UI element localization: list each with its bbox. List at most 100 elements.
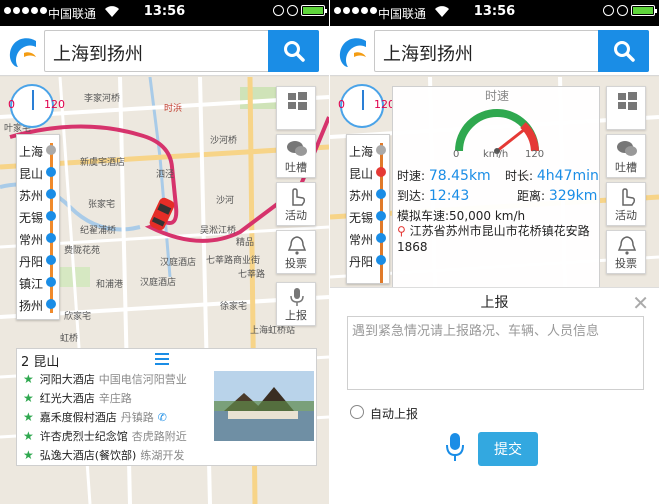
activity-button[interactable]: 活动 — [276, 182, 316, 226]
activity-button[interactable]: 活动 — [606, 182, 646, 226]
address-row: ⚲ 江苏省苏州市昆山市花桥镇花安路1868 — [397, 224, 590, 254]
hotel-photo[interactable] — [214, 371, 314, 441]
city-item[interactable]: 丹阳 — [17, 249, 61, 271]
map-label: 新虞宅酒店 — [80, 158, 126, 168]
city-item[interactable]: 上海 — [347, 139, 391, 161]
alarm-icon — [603, 5, 614, 16]
city-item[interactable]: 苏州 — [17, 183, 61, 205]
wechat-icon — [617, 141, 637, 156]
map-label: 沙河桥 — [210, 136, 238, 146]
city-item[interactable]: 常州 — [17, 227, 61, 249]
clock-icon — [287, 5, 298, 16]
hotel-item[interactable]: ★ 河阳大酒店 中国电信河阳营业 — [23, 371, 187, 387]
search-input[interactable]: 上海到扬州 — [374, 30, 649, 72]
battery-icon — [631, 5, 657, 16]
map-label: 泗泾 — [156, 170, 175, 180]
wechat-icon — [287, 141, 307, 156]
report-button[interactable]: 上报 — [276, 282, 316, 326]
search-input-value: 上海到扬州 — [53, 44, 143, 65]
screen-report-view: 中国联通 13:56 上海到扬州 0 120 上海 昆山 苏州 无锡 常州 丹阳… — [330, 0, 659, 504]
report-dialog: 上报 ✕ 遇到紧急情况请上报路况、车辆、人员信息 自动上报 提交 — [330, 287, 659, 504]
hotel-card: 2 昆山 ★ 河阳大酒店 中国电信河阳营业 ★ 红光大酒店 辛庄路 ★ 嘉禾度假村酒店 丹镇… — [16, 348, 317, 466]
city-item[interactable]: 无锡 — [17, 205, 61, 227]
gauge-needle — [495, 127, 527, 153]
city-item[interactable]: 丹阳 — [347, 249, 391, 271]
gauge-min-label: 0 — [453, 149, 460, 160]
city-item[interactable]: 常州 — [347, 227, 391, 249]
map-label: 沙河 — [216, 196, 235, 206]
search-input[interactable]: 上海到扬州 — [44, 30, 319, 72]
sim-speed-row: 模拟车速:50,000 km/h — [397, 209, 526, 223]
route-city-list: 上海 昆山 苏州 无锡 常州 丹阳 — [346, 134, 390, 284]
map-label: 欣家宅 — [64, 312, 92, 322]
city-item[interactable]: 上海 — [17, 139, 61, 161]
bell-icon — [617, 236, 637, 255]
hotel-item[interactable]: ★ 嘉禾度假村酒店 丹镇路 ✆ — [23, 409, 167, 425]
map-label: 时浜 — [164, 104, 183, 114]
gauge-min-label: 0 — [338, 98, 345, 111]
auto-report-radio[interactable] — [350, 405, 364, 419]
clock-icon — [617, 5, 628, 16]
hotel-item[interactable]: ★ 红光大酒店 辛庄路 — [23, 390, 132, 406]
map-label: 纪翟浦桥 — [80, 226, 117, 236]
complain-button[interactable]: 吐槽 — [276, 134, 316, 178]
windows-button[interactable] — [606, 86, 646, 130]
app-header: 上海到扬州 — [0, 26, 329, 76]
map-label: 精品 — [236, 238, 255, 248]
screen-map-view: 中国联通 13:56 上海到扬州 李家河桥 叶家宅 时浜 沙河桥 新虞宅酒店 泗… — [0, 0, 329, 504]
arrive-row: 到达: 12:43 — [397, 188, 470, 204]
route-city-list: 上海 昆山 苏州 无锡 常州 丹阳 镇江 扬州 — [16, 134, 60, 320]
report-textarea[interactable]: 遇到紧急情况请上报路况、车辆、人员信息 — [347, 316, 644, 390]
city-item[interactable]: 无锡 — [347, 205, 391, 227]
star-icon: ★ — [23, 391, 34, 405]
auto-report-label: 自动上报 — [370, 407, 419, 421]
hand-icon — [292, 188, 306, 206]
status-bar: 中国联通 13:56 — [0, 0, 329, 26]
submit-button[interactable]: 提交 — [478, 432, 538, 466]
phone-icon: ✆ — [157, 411, 167, 424]
trip-info-panel: 时速 0 km/h 120 时速: 78.45km 时长: 4h47min 到达… — [392, 86, 600, 296]
search-button[interactable] — [268, 30, 319, 72]
map-label: 汉庭酒店 — [160, 258, 197, 268]
windows-button[interactable] — [276, 86, 316, 130]
battery-icon — [301, 5, 327, 16]
bell-icon — [287, 236, 307, 255]
windows-icon — [618, 92, 637, 110]
gauge-unit-label: km/h — [483, 149, 509, 160]
map-label: 虹桥 — [60, 334, 79, 344]
gauge-max-label: 120 — [44, 98, 65, 111]
map-label: 汉庭酒店 — [140, 278, 177, 288]
city-item[interactable]: 扬州 — [17, 293, 61, 315]
hotel-item[interactable]: ★ 许杏虎烈士纪念馆 杏虎路附近 — [23, 428, 187, 444]
search-button[interactable] — [598, 30, 649, 72]
star-icon: ★ — [23, 372, 34, 386]
city-item[interactable]: 昆山 — [17, 161, 61, 183]
speed-row: 时速: 78.45km — [397, 168, 491, 184]
vote-button[interactable]: 投票 — [276, 230, 316, 274]
duration-row: 时长: 4h47min — [505, 168, 599, 184]
mic-icon — [290, 288, 304, 306]
city-item[interactable]: 苏州 — [347, 183, 391, 205]
map-label: 吴淞江桥 — [200, 226, 237, 236]
search-input-value: 上海到扬州 — [383, 44, 473, 65]
city-item[interactable]: 镇江 — [17, 271, 61, 293]
hotel-card-title: 2 昆山 — [21, 355, 60, 370]
hand-icon — [622, 188, 636, 206]
gauge-min-label: 0 — [8, 98, 15, 111]
close-icon[interactable]: ✕ — [632, 291, 649, 315]
windows-icon — [288, 92, 307, 110]
complain-button[interactable]: 吐槽 — [606, 134, 646, 178]
map-label: 李家河桥 — [84, 94, 121, 104]
search-icon — [283, 41, 305, 62]
dolphin-logo-icon[interactable] — [6, 33, 42, 69]
vote-button[interactable]: 投票 — [606, 230, 646, 274]
star-icon: ★ — [23, 448, 34, 462]
menu-icon[interactable] — [155, 353, 169, 365]
hotel-item[interactable]: ★ 弘逸大酒店(餐饮部) 练湖开发 — [23, 447, 184, 463]
gauge-max-label: 120 — [525, 149, 545, 160]
map-label: 和浦港 — [96, 280, 124, 290]
dolphin-logo-icon[interactable] — [336, 33, 372, 69]
city-item[interactable]: 昆山 — [347, 161, 391, 183]
map-label: 费陇花苑 — [64, 246, 101, 256]
mic-icon[interactable] — [445, 432, 465, 462]
